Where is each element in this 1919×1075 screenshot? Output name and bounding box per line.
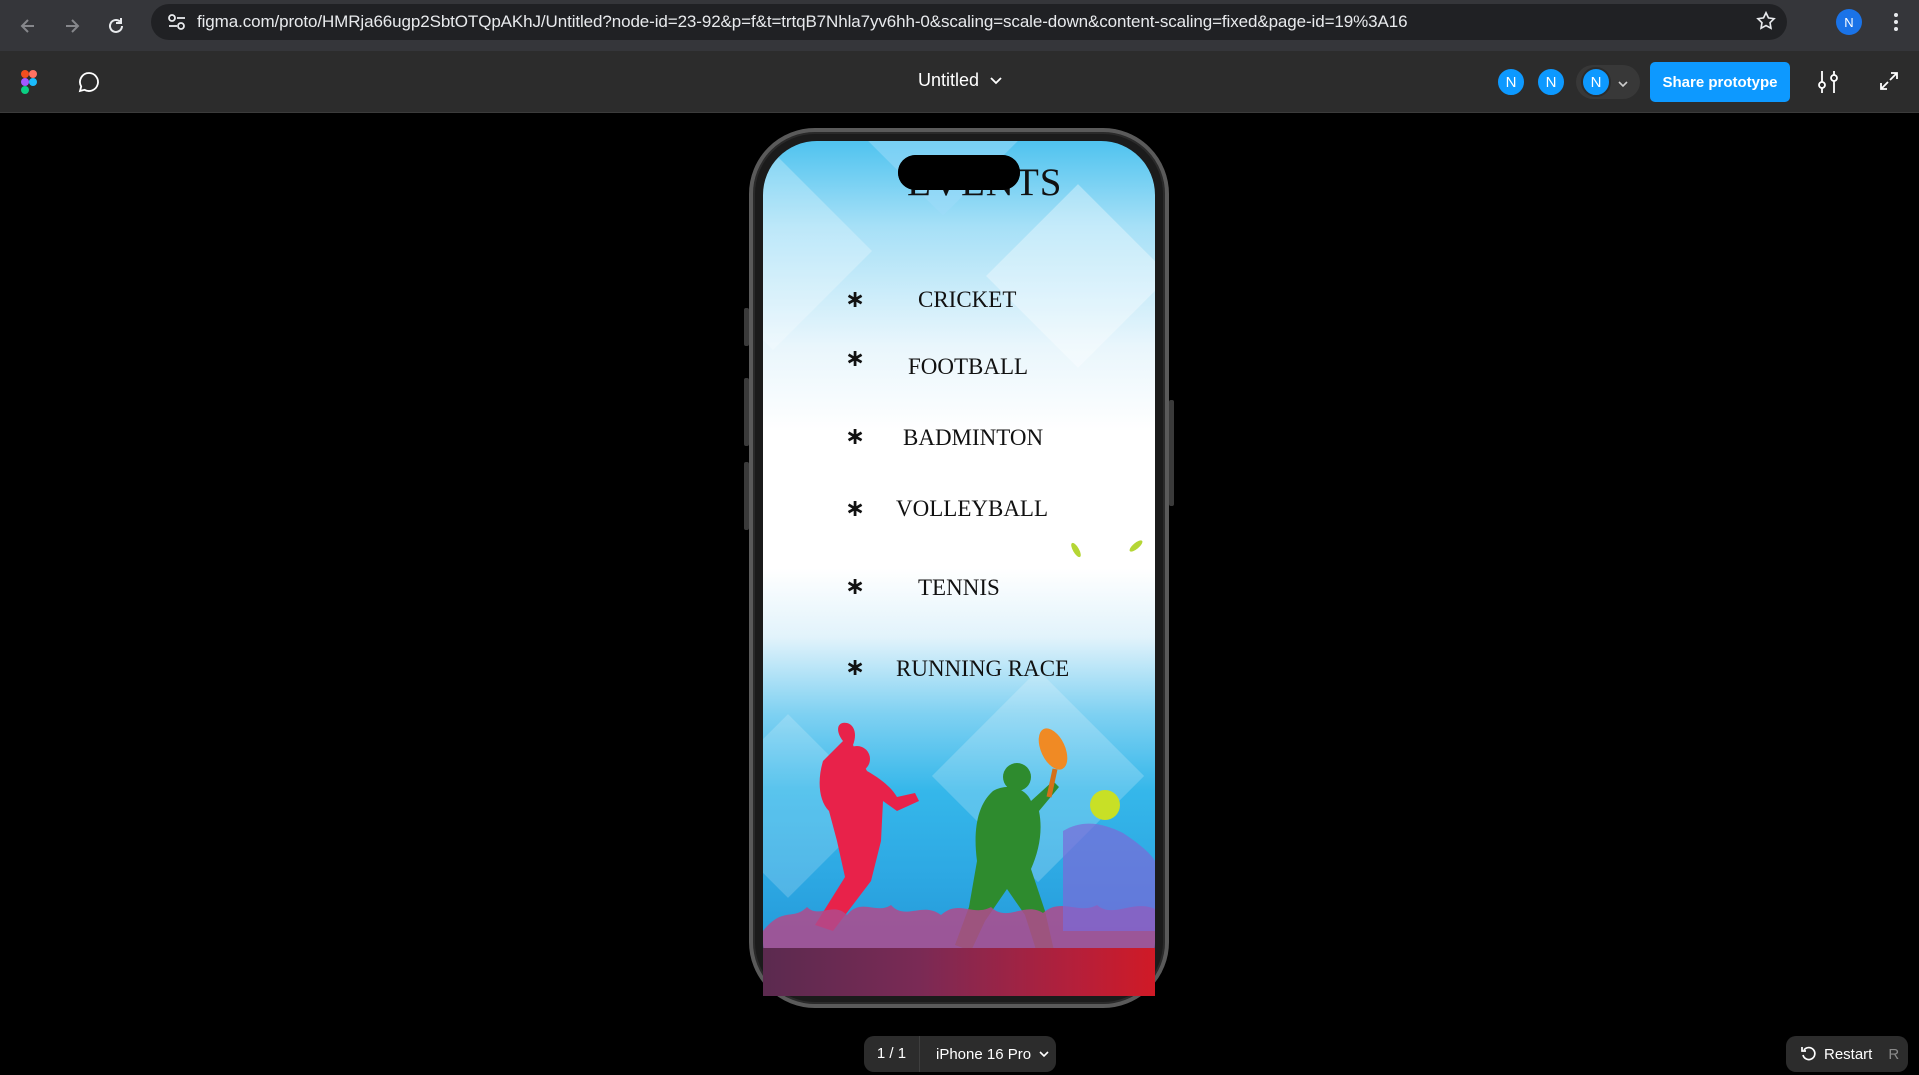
- collaborator-avatar[interactable]: N: [1496, 67, 1526, 97]
- restart-icon: [1801, 1046, 1816, 1061]
- page-count: 1 / 1: [864, 1036, 920, 1072]
- comment-icon[interactable]: [77, 70, 101, 99]
- device-selector[interactable]: iPhone 16 Pro: [936, 1046, 1049, 1063]
- bullet-icon: ∗: [845, 572, 866, 600]
- dynamic-island-overlay: [898, 155, 1020, 190]
- fullscreen-expand-icon[interactable]: [1878, 70, 1900, 97]
- back-icon[interactable]: [6, 4, 50, 48]
- event-item-cricket[interactable]: CRICKET: [918, 287, 1016, 313]
- frame-pager: 1 / 1 iPhone 16 Pro: [864, 1036, 1056, 1072]
- background-shape: [986, 184, 1155, 368]
- site-settings-icon[interactable]: [157, 13, 197, 31]
- background-shape: [763, 152, 872, 350]
- leaf-decoration: [1071, 540, 1143, 558]
- reload-icon[interactable]: [94, 4, 138, 48]
- more-menu-icon[interactable]: [1884, 8, 1908, 36]
- restart-label: Restart: [1824, 1045, 1873, 1063]
- figma-prototype-toolbar: Untitled N N N Share prototype: [0, 51, 1919, 113]
- event-item-volleyball[interactable]: VOLLEYBALL: [896, 496, 1048, 522]
- event-item-football[interactable]: FOOTBALL: [908, 354, 1028, 380]
- stage-ground: [763, 948, 1155, 996]
- bullet-icon: ∗: [845, 494, 866, 522]
- forward-icon[interactable]: [50, 4, 94, 48]
- browser-toolbar: figma.com/proto/HMRja66ugp2SbtOTQpAKhJ/U…: [0, 0, 1919, 51]
- restart-button[interactable]: Restart R: [1786, 1036, 1908, 1072]
- restart-shortcut: R: [1888, 1045, 1900, 1063]
- prototype-screen[interactable]: [763, 141, 1155, 996]
- bullet-icon: ∗: [845, 344, 866, 372]
- collaborator-avatar[interactable]: N: [1581, 67, 1611, 97]
- bullet-icon: ∗: [845, 422, 866, 450]
- chevron-down-icon: [1039, 1051, 1049, 1058]
- profile-avatar[interactable]: N: [1836, 9, 1862, 35]
- address-bar[interactable]: figma.com/proto/HMRja66ugp2SbtOTQpAKhJ/U…: [151, 4, 1787, 40]
- share-prototype-button[interactable]: Share prototype: [1650, 62, 1790, 102]
- bookmark-star-icon[interactable]: [1755, 10, 1777, 37]
- event-item-badminton[interactable]: BADMINTON: [903, 425, 1043, 451]
- event-item-tennis[interactable]: TENNIS: [918, 575, 1000, 601]
- chevron-down-icon: [990, 76, 1002, 84]
- settings-sliders-icon[interactable]: [1816, 69, 1840, 100]
- chevron-down-icon[interactable]: [1618, 75, 1628, 93]
- file-title-menu[interactable]: Untitled: [918, 70, 1003, 91]
- device-label: iPhone 16 Pro: [936, 1045, 1032, 1063]
- bullet-icon: ∗: [845, 285, 866, 313]
- phone-power-button: [1169, 400, 1174, 506]
- figma-logo-icon[interactable]: [21, 70, 37, 99]
- file-title: Untitled: [918, 70, 980, 90]
- bullet-icon: ∗: [845, 653, 866, 681]
- event-item-running-race[interactable]: RUNNING RACE: [896, 656, 1069, 682]
- collaborator-avatar[interactable]: N: [1536, 67, 1566, 97]
- url-text[interactable]: figma.com/proto/HMRja66ugp2SbtOTQpAKhJ/U…: [197, 12, 1408, 32]
